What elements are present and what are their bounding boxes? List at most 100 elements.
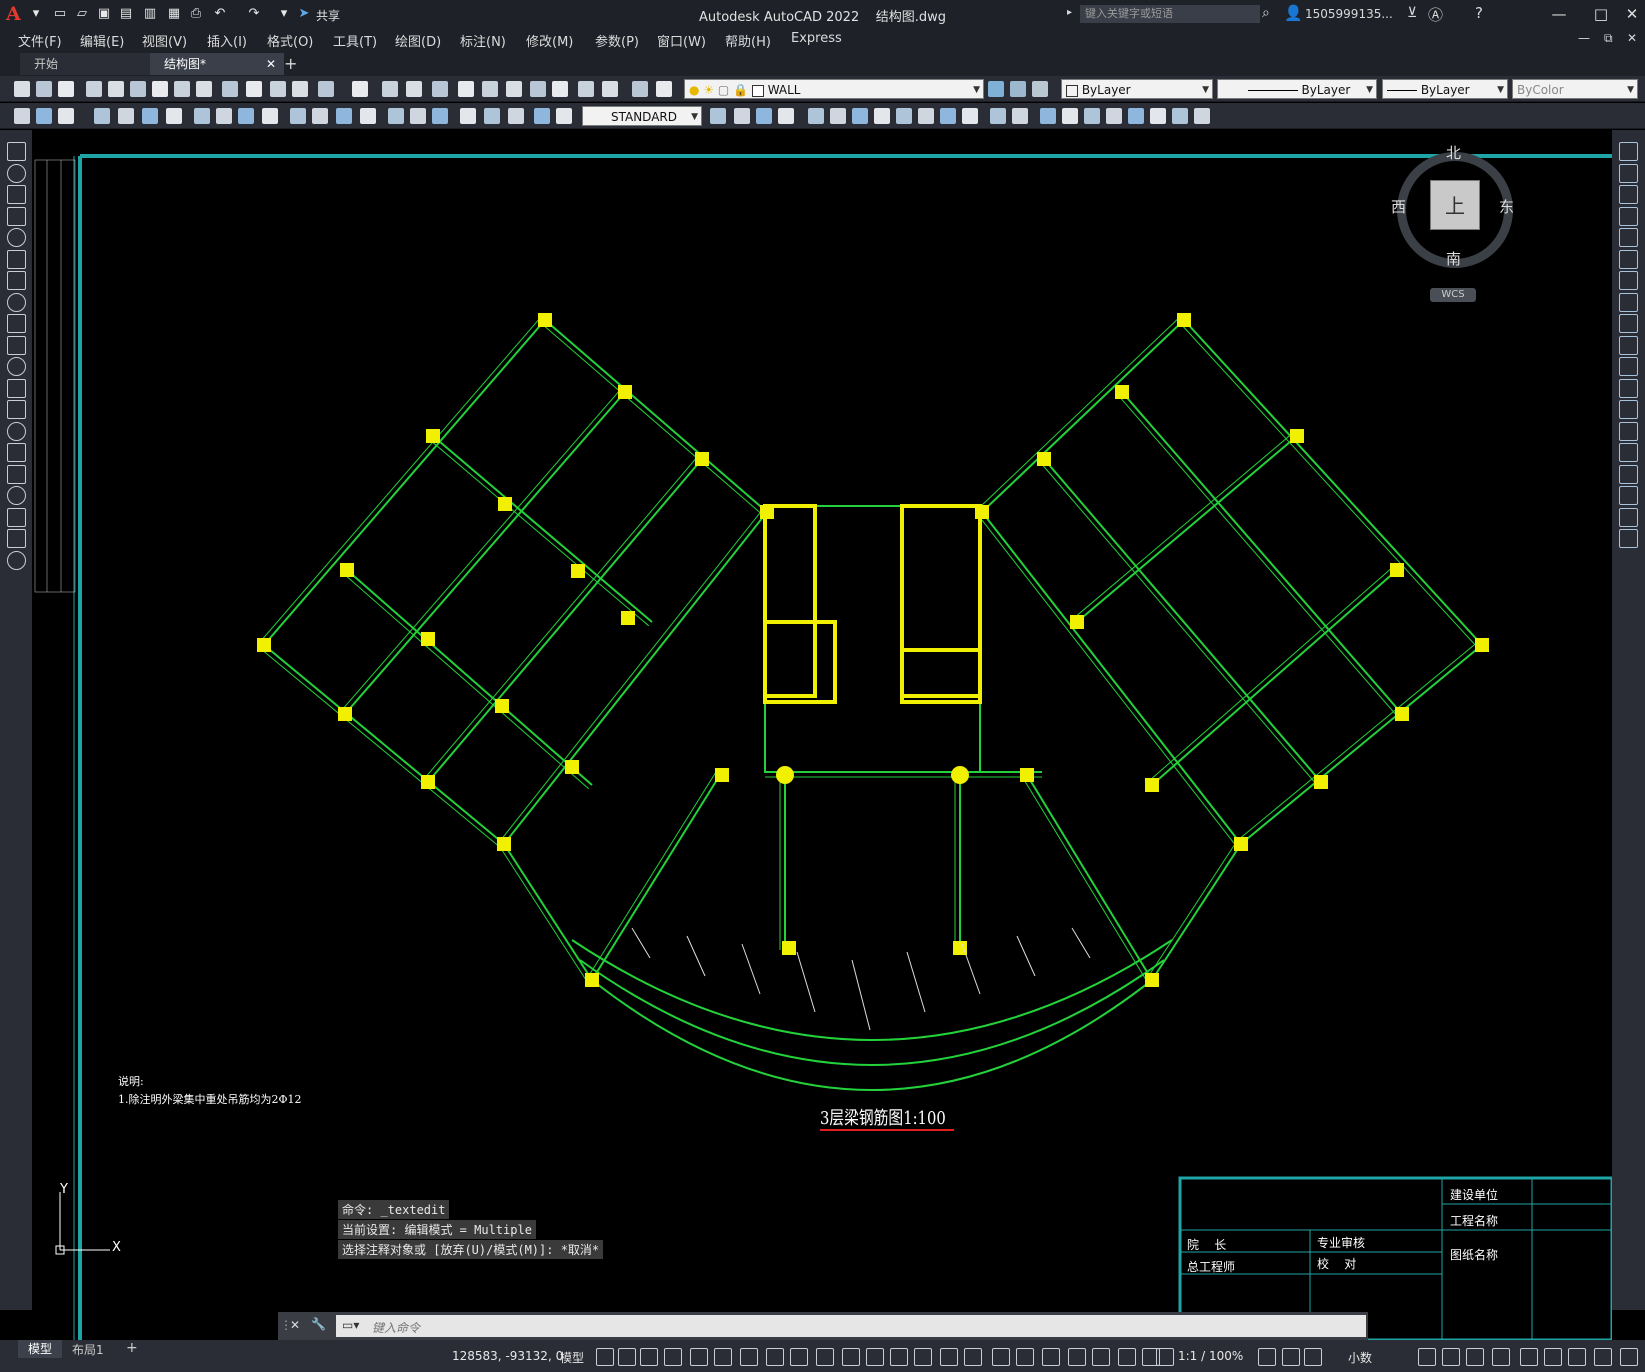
make-current-layer-icon[interactable]: [988, 81, 1004, 97]
modify-tool-icon[interactable]: [1619, 357, 1638, 376]
toolbar-icon[interactable]: [270, 81, 286, 97]
draw-tool-icon[interactable]: [7, 507, 26, 527]
doc-restore-button[interactable]: ⧉: [1604, 31, 1613, 46]
tab-start[interactable]: 开始: [20, 53, 162, 75]
draw-tool-icon[interactable]: [7, 206, 26, 226]
toolbar-icon[interactable]: [86, 81, 102, 97]
modify-tool-icon[interactable]: [1619, 421, 1638, 441]
sun-icon[interactable]: ☀: [703, 83, 714, 97]
modify-tool-icon[interactable]: [1619, 185, 1638, 204]
modify-tool-icon[interactable]: [1619, 271, 1638, 290]
draw-tool-icon[interactable]: [7, 335, 26, 355]
toolbar-icon[interactable]: [656, 81, 672, 97]
modify-tool-icon[interactable]: [1619, 163, 1638, 183]
search-icon[interactable]: ⌕: [1262, 5, 1270, 21]
status-toggle-icon[interactable]: [740, 1348, 758, 1366]
toolbar-icon[interactable]: [196, 81, 212, 97]
status-toggle-icon[interactable]: [1418, 1348, 1436, 1366]
draw-tool-icon[interactable]: [7, 421, 26, 441]
toolbar-icon[interactable]: [94, 108, 110, 124]
note-line[interactable]: 1.除注明外梁集中重处吊筋均为2Φ12: [118, 1091, 302, 1107]
toolbar-icon[interactable]: [830, 108, 846, 124]
modify-tool-icon[interactable]: [1619, 486, 1638, 505]
toolbar-icon[interactable]: [556, 108, 572, 124]
toolbar-icon[interactable]: [388, 108, 404, 124]
toolbar-icon[interactable]: [222, 81, 238, 97]
note-title[interactable]: 说明:: [118, 1073, 144, 1089]
status-toggle-icon[interactable]: [866, 1348, 884, 1366]
menu-insert[interactable]: 插入(I): [207, 31, 247, 50]
status-toggle-icon[interactable]: [618, 1348, 636, 1366]
status-toggle-icon[interactable]: [842, 1348, 860, 1366]
text-style-dropdown[interactable]: STANDARD ▼: [582, 106, 702, 126]
lock-icon[interactable]: 🔒: [733, 83, 748, 97]
draw-tool-icon[interactable]: [7, 249, 26, 269]
toolbar-icon[interactable]: [756, 108, 772, 124]
menu-parametric[interactable]: 参数(P): [595, 31, 639, 50]
status-toggle-icon[interactable]: [1156, 1348, 1174, 1366]
status-toggle-icon[interactable]: [1620, 1348, 1638, 1366]
tb-chief-engineer[interactable]: 总工程师: [1187, 1258, 1235, 1275]
modify-tool-icon[interactable]: [1619, 464, 1638, 484]
toolbar-icon[interactable]: [1040, 108, 1056, 124]
customize-command-icon[interactable]: 🔧: [311, 1317, 326, 1331]
status-toggle-icon[interactable]: [1594, 1348, 1612, 1366]
draw-tool-icon[interactable]: [7, 185, 26, 204]
toolbar-icon[interactable]: [734, 108, 750, 124]
toolbar-icon[interactable]: [874, 108, 890, 124]
layer-states-icon[interactable]: [1032, 81, 1048, 97]
toolbar-icon[interactable]: [940, 108, 956, 124]
menu-view[interactable]: 视图(V): [142, 31, 187, 50]
lightbulb-icon[interactable]: ●: [689, 83, 699, 97]
modify-tool-icon[interactable]: [1619, 292, 1638, 312]
command-input[interactable]: ▭▾ 键入命令: [336, 1315, 1366, 1337]
status-toggle-icon[interactable]: [816, 1348, 834, 1366]
drawing-title[interactable]: 3层梁钢筋图1:100: [820, 1104, 946, 1130]
doc-minimize-button[interactable]: —: [1578, 31, 1590, 45]
viewcube[interactable]: 上 北 南 东 西: [1391, 140, 1517, 270]
menu-format[interactable]: 格式(O): [267, 31, 313, 50]
cart-icon[interactable]: ⊻: [1407, 5, 1417, 21]
menu-modify[interactable]: 修改(M): [526, 31, 573, 50]
draw-tool-icon[interactable]: [7, 271, 26, 290]
toolbar-icon[interactable]: [336, 108, 352, 124]
toolbar-icon[interactable]: [36, 108, 52, 124]
toolbar-icon[interactable]: [460, 108, 476, 124]
toolbar-icon[interactable]: [710, 108, 726, 124]
menu-tools[interactable]: 工具(T): [333, 31, 377, 50]
toolbar-icon[interactable]: [152, 81, 168, 97]
toolbar-icon[interactable]: [108, 81, 124, 97]
toolbar-icon[interactable]: [352, 81, 368, 97]
toolbar-icon[interactable]: [458, 81, 474, 97]
menu-edit[interactable]: 编辑(E): [80, 31, 124, 50]
tab-drawing[interactable]: 结构图* ✕: [150, 53, 284, 75]
toolbar-icon[interactable]: [312, 108, 328, 124]
status-toggle-icon[interactable]: [1092, 1348, 1110, 1366]
user-name[interactable]: 1505999135...: [1305, 7, 1393, 21]
search-input[interactable]: 键入关键字或短语: [1080, 5, 1260, 23]
modify-tool-icon[interactable]: [1619, 314, 1638, 333]
toolbar-icon[interactable]: [58, 81, 74, 97]
wcs-menu[interactable]: WCS: [1430, 288, 1476, 302]
status-toggle-icon[interactable]: [1492, 1348, 1510, 1366]
toolbar-icon[interactable]: [534, 108, 550, 124]
viewcube-west[interactable]: 西: [1391, 196, 1406, 217]
status-toggle-icon[interactable]: [964, 1348, 982, 1366]
viewcube-south[interactable]: 南: [1446, 248, 1461, 269]
annotation-scale[interactable]: 1:1 / 100%: [1178, 1349, 1243, 1363]
user-icon[interactable]: 👤: [1284, 4, 1303, 22]
plotstyle-dropdown[interactable]: ByColor ▼: [1512, 79, 1638, 99]
toolbar-icon[interactable]: [246, 81, 262, 97]
menu-dimension[interactable]: 标注(N): [460, 31, 506, 50]
toolbar-icon[interactable]: [1106, 108, 1122, 124]
toolbar-icon[interactable]: [216, 108, 232, 124]
modify-tool-icon[interactable]: [1619, 228, 1638, 247]
toolbar-icon[interactable]: [410, 108, 426, 124]
viewcube-east[interactable]: 东: [1499, 196, 1514, 217]
status-toggle-icon[interactable]: [640, 1348, 658, 1366]
toolbar-icon[interactable]: [130, 81, 146, 97]
status-toggle-icon[interactable]: [1258, 1348, 1276, 1366]
status-toggle-icon[interactable]: [1568, 1348, 1586, 1366]
toolbar-icon[interactable]: [36, 81, 52, 97]
tb-review[interactable]: 专业审核: [1317, 1234, 1365, 1251]
